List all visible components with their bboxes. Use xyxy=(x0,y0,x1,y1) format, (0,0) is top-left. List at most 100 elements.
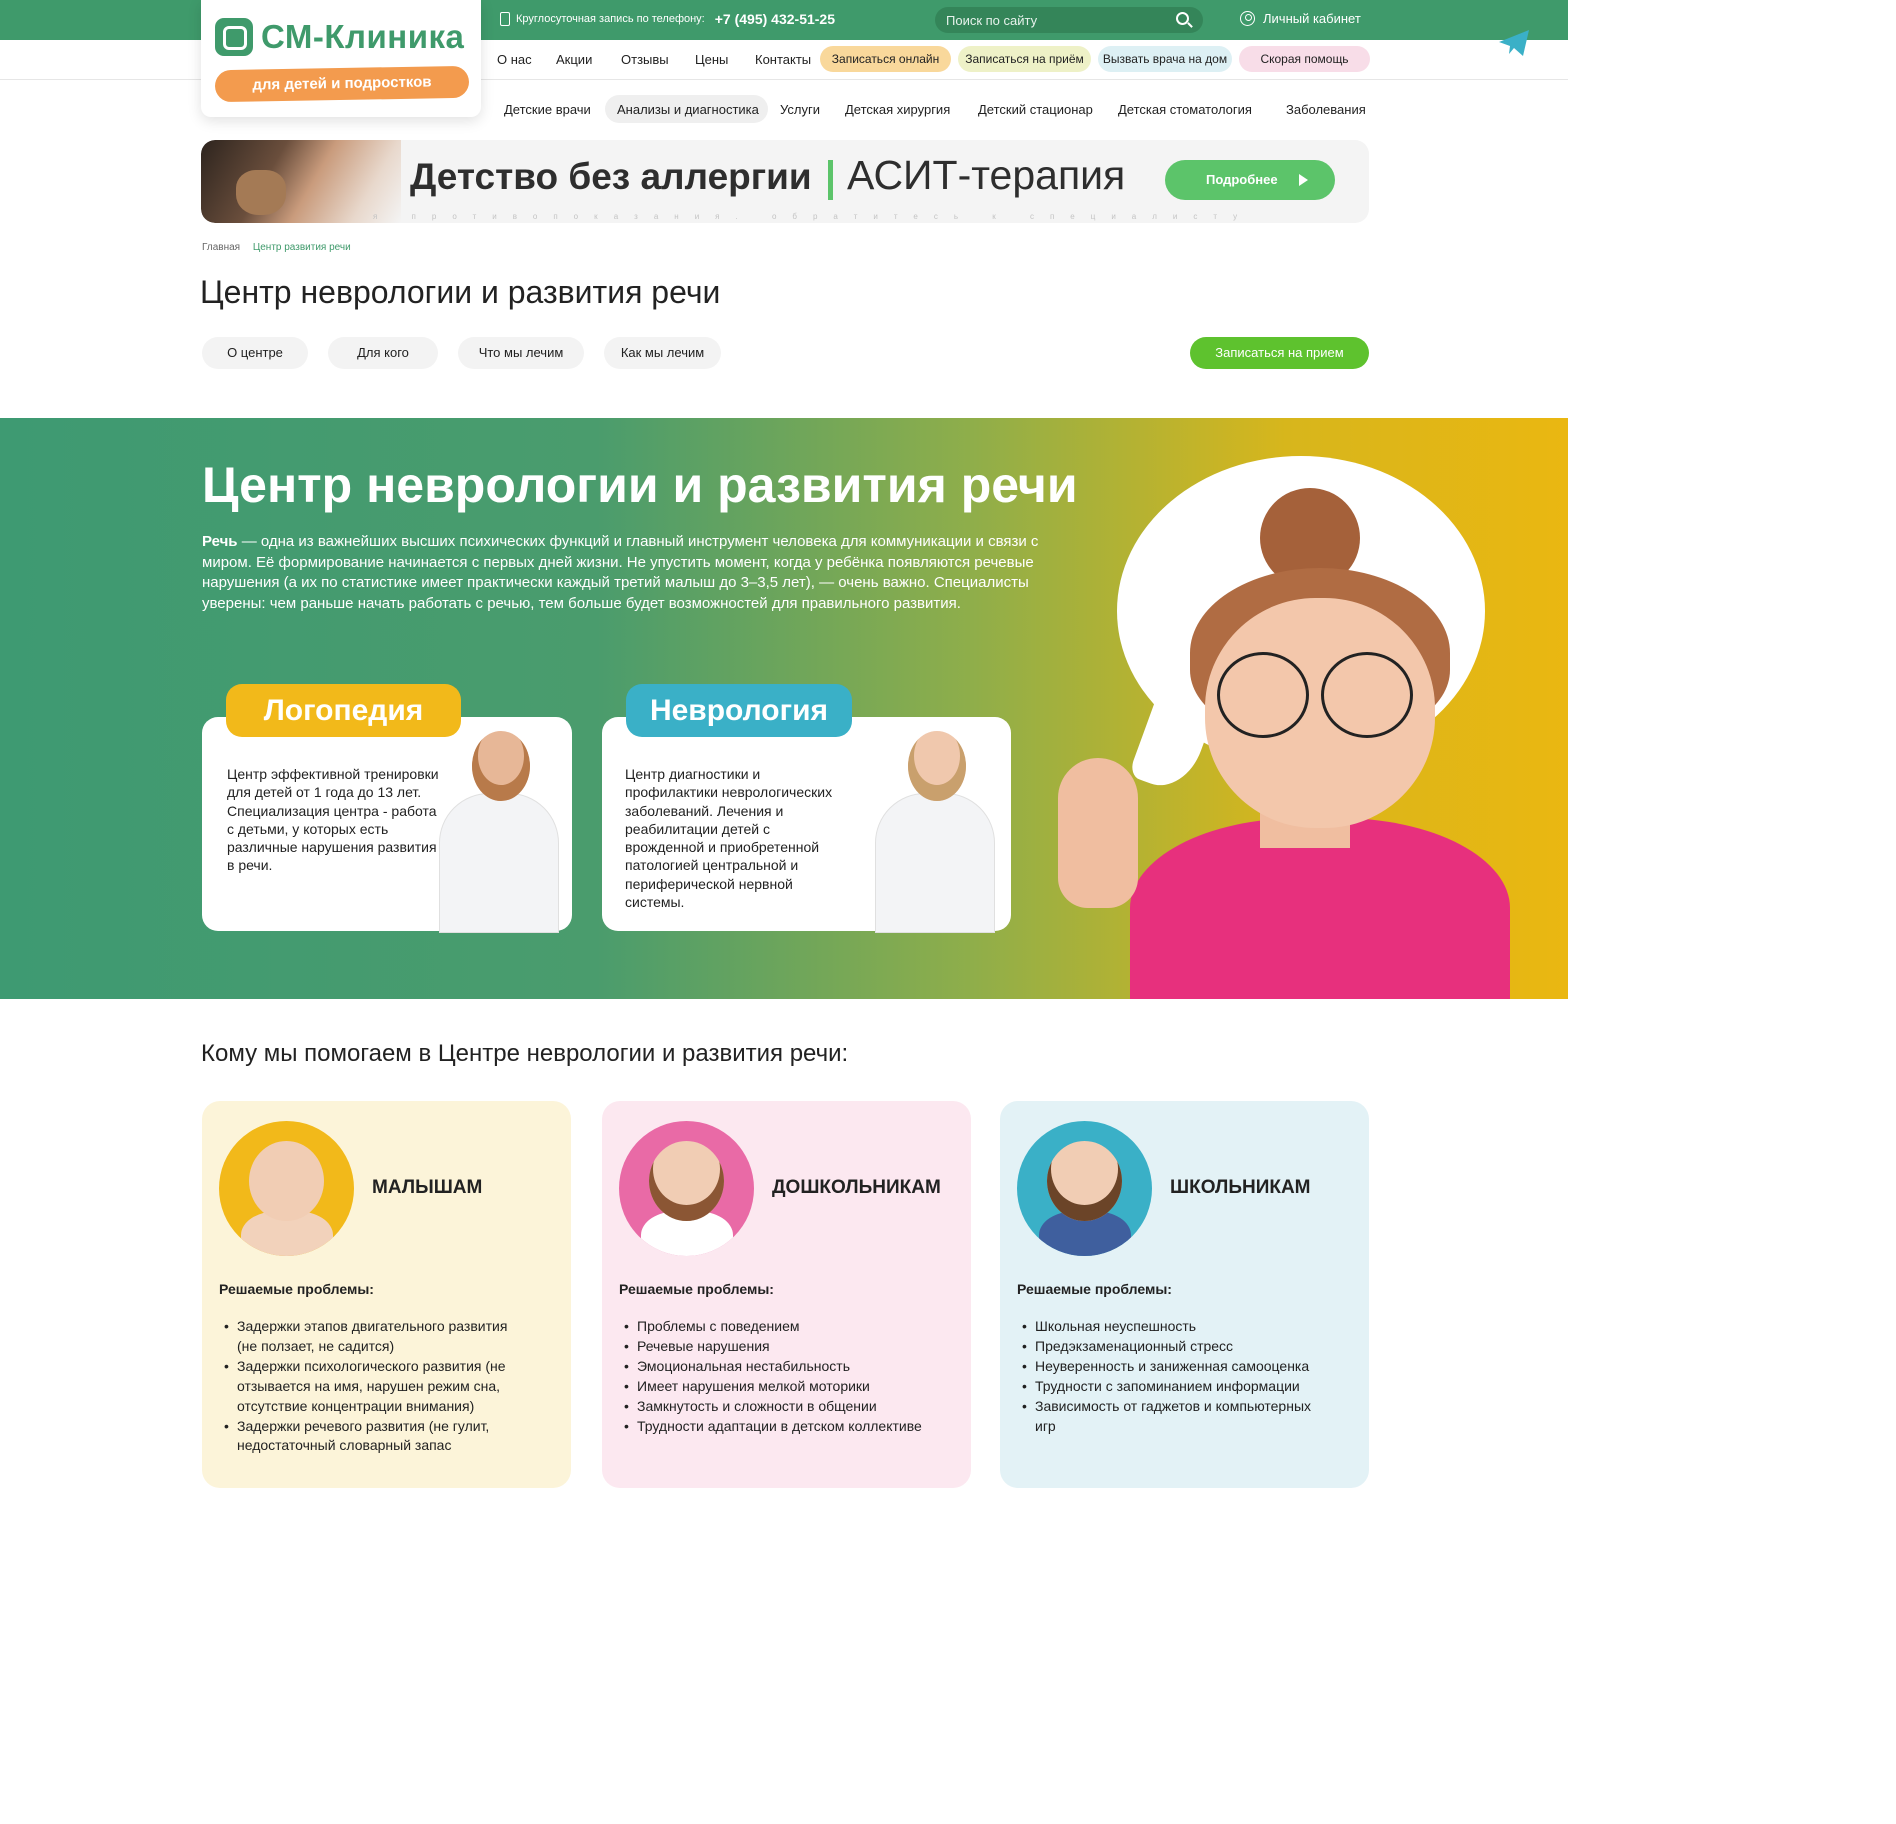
nav-hospital[interactable]: Детский стационар xyxy=(978,102,1093,117)
hero-text: Речь — одна из важнейших высших психичес… xyxy=(202,532,1052,615)
search-box[interactable] xyxy=(935,7,1203,33)
schoolchildren-photo xyxy=(1017,1121,1152,1256)
telegram-icon[interactable] xyxy=(1497,28,1531,58)
hero-text-bold: Речь xyxy=(202,533,238,550)
tab-about-center[interactable]: О центре xyxy=(202,337,308,369)
doctor-photo-female-2 xyxy=(870,731,1000,933)
home-doctor-button[interactable]: Вызвать врача на дом xyxy=(1098,46,1232,72)
section-title: Кому мы помогаем в Центре неврологии и р… xyxy=(201,1040,849,1067)
speech-therapy-label[interactable]: Логопедия xyxy=(226,684,461,737)
nav-promos[interactable]: Акции xyxy=(556,52,592,67)
list-item: Трудности адаптации в детском коллективе xyxy=(619,1417,949,1437)
problems-list: Задержки этапов двигательного развития (… xyxy=(219,1317,529,1456)
banner-subtitle: АСИТ-терапия xyxy=(847,152,1126,198)
audience-subtitle: Решаемые проблемы: xyxy=(1017,1281,1172,1297)
phone-number[interactable]: +7 (495) 432-51-25 xyxy=(715,11,835,27)
phone-block[interactable]: Круглосуточная запись по телефону: +7 (4… xyxy=(500,11,835,27)
breadcrumb-current: Центр развития речи xyxy=(252,242,351,253)
neurology-card[interactable]: Центр диагностики и профилактики невроло… xyxy=(602,717,1011,933)
personal-cabinet-link[interactable]: Личный кабинет xyxy=(1240,11,1361,26)
nav-reviews[interactable]: Отзывы xyxy=(621,52,669,67)
banner-button-label: Подробнее xyxy=(1206,172,1278,187)
ambulance-button[interactable]: Скорая помощь xyxy=(1239,46,1370,72)
banner-title: Детство без аллергии xyxy=(410,156,812,197)
glasses-left xyxy=(1217,652,1309,738)
list-item: Школьная неуспешность xyxy=(1017,1317,1327,1337)
breadcrumb-home[interactable]: Главная xyxy=(202,242,240,253)
phone-label: Круглосуточная запись по телефону: xyxy=(516,13,705,25)
tab-what-we-treat[interactable]: Что мы лечим xyxy=(458,337,584,369)
girl-hand xyxy=(1058,758,1138,908)
audience-card-preschoolers: ДОШКОЛЬНИКАМ Решаемые проблемы: Проблемы… xyxy=(602,1101,971,1488)
doctor-head xyxy=(472,731,530,801)
nav-about[interactable]: О нас xyxy=(497,52,532,67)
book-appointment-button[interactable]: Записаться на приём xyxy=(958,46,1091,72)
tab-how-we-treat[interactable]: Как мы лечим xyxy=(604,337,721,369)
nav-surgery[interactable]: Детская хирургия xyxy=(845,102,950,117)
list-item: Задержки психологического развития (не о… xyxy=(219,1357,529,1417)
kid-head xyxy=(1047,1141,1122,1221)
doctor-coat xyxy=(875,793,995,933)
list-item: Задержки этапов двигательного развития (… xyxy=(219,1317,529,1357)
neurology-text: Центр диагностики и профилактики невроло… xyxy=(625,766,833,911)
promo-banner[interactable]: Детство без аллергии АСИТ-терапия Подроб… xyxy=(201,140,1369,223)
audience-title: ШКОЛЬНИКАМ xyxy=(1170,1177,1311,1198)
page-title: Центр неврологии и развития речи xyxy=(200,274,721,310)
banner-separator xyxy=(828,160,833,200)
list-item: Задержки речевого развития (не гулит, не… xyxy=(219,1417,529,1457)
kid-head xyxy=(649,1141,724,1221)
phone-icon xyxy=(500,12,510,26)
neurology-label[interactable]: Неврология xyxy=(626,684,852,737)
logo-subtitle: для детей и подростков xyxy=(214,65,470,103)
list-item: Речевые нарушения xyxy=(619,1337,949,1357)
search-icon[interactable] xyxy=(1176,12,1189,25)
speech-therapy-card[interactable]: Центр эффективной тренировки для детей о… xyxy=(202,717,572,933)
doctor-coat xyxy=(439,793,559,933)
list-item: Неуверенность и заниженная самооценка xyxy=(1017,1357,1327,1377)
hero-title: Центр неврологии и развития речи xyxy=(202,457,1078,513)
list-item: Зависимость от гаджетов и компьютерных и… xyxy=(1017,1397,1327,1437)
user-icon xyxy=(1240,11,1255,26)
appointment-button[interactable]: Записаться на прием xyxy=(1190,337,1369,369)
list-item: Имеет нарушения мелкой моторики xyxy=(619,1377,949,1397)
audience-card-babies: МАЛЫШАМ Решаемые проблемы: Задержки этап… xyxy=(202,1101,571,1488)
doctor-photo-female-1 xyxy=(434,731,564,933)
list-item: Предэкзаменационный стресс xyxy=(1017,1337,1327,1357)
list-item: Трудности с запоминанием информации xyxy=(1017,1377,1327,1397)
audience-subtitle: Решаемые проблемы: xyxy=(219,1281,374,1297)
kid-head xyxy=(249,1141,324,1221)
nav-prices[interactable]: Цены xyxy=(695,52,728,67)
logo-card[interactable]: СМ-Клиника для детей и подростков xyxy=(201,0,481,117)
hero-section: Центр неврологии и развития речи Речь — … xyxy=(0,418,1568,999)
list-item: Проблемы с поведением xyxy=(619,1317,949,1337)
problems-list: Проблемы с поведением Речевые нарушения … xyxy=(619,1317,949,1436)
nav-diseases[interactable]: Заболевания xyxy=(1286,102,1366,117)
banner-more-button[interactable]: Подробнее xyxy=(1165,160,1335,200)
search-input[interactable] xyxy=(935,7,1155,33)
banner-disclaimer: я противопоказания. обратитесь к специал… xyxy=(373,212,1254,221)
logo-text: СМ-Клиника xyxy=(261,18,465,55)
list-item: Эмоциональная нестабильность xyxy=(619,1357,949,1377)
speech-therapy-text: Центр эффективной тренировки для детей о… xyxy=(227,766,439,874)
problems-list: Школьная неуспешность Предэкзаменационны… xyxy=(1017,1317,1327,1436)
nav-doctors[interactable]: Детские врачи xyxy=(504,102,591,117)
nav-services[interactable]: Услуги xyxy=(780,102,820,117)
babies-photo xyxy=(219,1121,354,1256)
nav-dentistry[interactable]: Детская стоматология xyxy=(1118,102,1252,117)
doctor-head xyxy=(908,731,966,801)
book-online-button[interactable]: Записаться онлайн xyxy=(820,46,951,72)
audience-card-schoolchildren: ШКОЛЬНИКАМ Решаемые проблемы: Школьная н… xyxy=(1000,1101,1369,1488)
preschoolers-photo xyxy=(619,1121,754,1256)
breadcrumb: Главная Центр развития речи xyxy=(202,242,351,253)
tab-for-whom[interactable]: Для кого xyxy=(328,337,438,369)
nav-contacts[interactable]: Контакты xyxy=(755,52,811,67)
list-item: Замкнутость и сложности в общении xyxy=(619,1397,949,1417)
glasses-right xyxy=(1321,652,1413,738)
banner-photo xyxy=(201,140,401,223)
nav-diagnostics[interactable]: Анализы и диагностика xyxy=(617,102,759,117)
audience-title: МАЛЫШАМ xyxy=(372,1177,483,1198)
audience-title: ДОШКОЛЬНИКАМ xyxy=(772,1177,941,1198)
logo-icon xyxy=(215,18,253,56)
hero-text-body: — одна из важнейших высших психических ф… xyxy=(202,533,1039,613)
play-icon xyxy=(1299,174,1308,186)
